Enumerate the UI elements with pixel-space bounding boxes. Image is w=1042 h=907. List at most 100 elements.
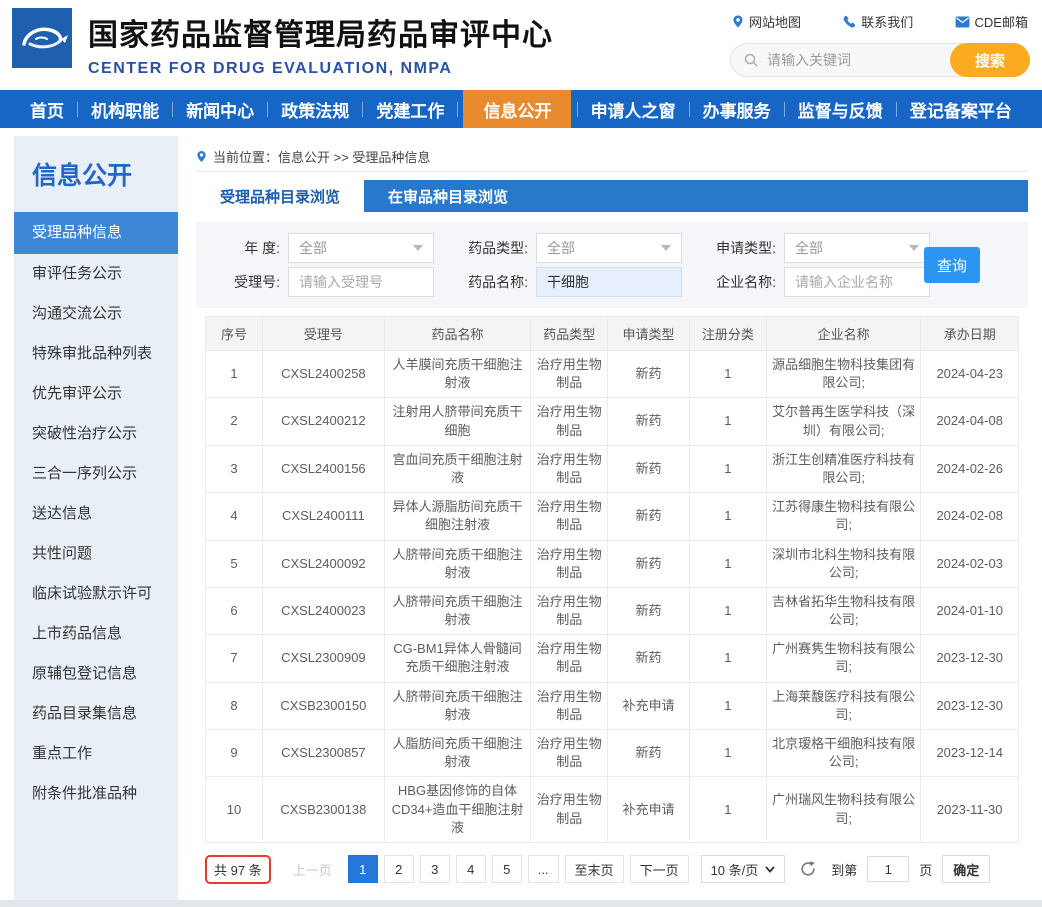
cell-reg-class: 1 bbox=[689, 351, 766, 398]
page-button-1[interactable]: 1 bbox=[348, 855, 378, 883]
col-drug-name: 药品名称 bbox=[384, 317, 530, 351]
nav-item-registration-platform[interactable]: 登记备案平台 bbox=[902, 90, 1020, 128]
nav-item-functions[interactable]: 机构职能 bbox=[83, 90, 167, 128]
drug-type-select[interactable]: 全部 bbox=[536, 233, 682, 263]
cell-index: 4 bbox=[206, 493, 263, 540]
cell-company: 艾尔普再生医学科技（深圳）有限公司; bbox=[766, 398, 920, 445]
cell-reg-class: 1 bbox=[689, 587, 766, 634]
drug-name-label: 药品名称: bbox=[454, 272, 528, 292]
nav-item-party[interactable]: 党建工作 bbox=[368, 90, 452, 128]
cell-reg-class: 1 bbox=[689, 445, 766, 492]
table-row: 4 CXSL2400111 异体人源脂肪间充质干细胞注射液 治疗用生物制品 新药… bbox=[206, 493, 1019, 540]
sidebar-item-communication[interactable]: 沟通交流公示 bbox=[14, 294, 178, 334]
page-button-3[interactable]: 3 bbox=[420, 855, 450, 883]
sidebar-item-drug-catalog[interactable]: 药品目录集信息 bbox=[14, 694, 178, 734]
cell-acceptance-no: CXSL2400156 bbox=[262, 445, 384, 492]
cell-company: 源品细胞生物科技集团有限公司; bbox=[766, 351, 920, 398]
query-button[interactable]: 查询 bbox=[924, 247, 980, 283]
sidebar: 信息公开 受理品种信息 审评任务公示 沟通交流公示 特殊审批品种列表 优先审评公… bbox=[14, 136, 178, 900]
contact-label: 联系我们 bbox=[861, 12, 913, 31]
search-input[interactable] bbox=[759, 52, 950, 68]
cell-drug-type: 治疗用生物制品 bbox=[531, 635, 608, 682]
cell-acceptance-no: CXSL2300909 bbox=[262, 635, 384, 682]
last-page-button[interactable]: 至末页 bbox=[565, 855, 624, 883]
cell-reg-class: 1 bbox=[689, 398, 766, 445]
cell-drug-name: 人脐带间充质干细胞注射液 bbox=[384, 540, 530, 587]
goto-page-input[interactable] bbox=[867, 856, 909, 882]
nav-separator bbox=[77, 102, 78, 117]
sidebar-item-clinical-trial-implied-license[interactable]: 临床试验默示许可 bbox=[14, 574, 178, 614]
cell-company: 北京瑷格干细胞科技有限公司; bbox=[766, 730, 920, 777]
refresh-icon[interactable] bbox=[799, 860, 817, 878]
company-name-input[interactable] bbox=[784, 267, 930, 297]
cell-index: 10 bbox=[206, 777, 263, 843]
company-name-label: 企业名称: bbox=[702, 272, 776, 292]
cell-drug-name: 人脐带间充质干细胞注射液 bbox=[384, 587, 530, 634]
nav-item-policies[interactable]: 政策法规 bbox=[273, 90, 357, 128]
chevron-down-icon bbox=[765, 866, 775, 873]
sidebar-item-key-work[interactable]: 重点工作 bbox=[14, 734, 178, 774]
page-button-4[interactable]: 4 bbox=[456, 855, 486, 883]
sidebar-item-priority-review[interactable]: 优先审评公示 bbox=[14, 374, 178, 414]
cell-drug-type: 治疗用生物制品 bbox=[531, 351, 608, 398]
cell-date: 2024-04-08 bbox=[921, 398, 1019, 445]
drug-name-input[interactable] bbox=[536, 267, 682, 297]
col-date: 承办日期 bbox=[921, 317, 1019, 351]
nav-separator bbox=[896, 102, 897, 117]
year-select-value: 全部 bbox=[299, 238, 327, 258]
cell-date: 2023-12-14 bbox=[921, 730, 1019, 777]
tab-under-review-catalog[interactable]: 在审品种目录浏览 bbox=[364, 180, 532, 212]
page-button-2[interactable]: 2 bbox=[384, 855, 414, 883]
sidebar-item-conditional-approval[interactable]: 附条件批准品种 bbox=[14, 774, 178, 814]
acceptance-no-label: 受理号: bbox=[206, 272, 280, 292]
nav-item-supervision[interactable]: 监督与反馈 bbox=[790, 90, 891, 128]
sidebar-item-breakthrough-therapy[interactable]: 突破性治疗公示 bbox=[14, 414, 178, 454]
sidebar-item-common-issues[interactable]: 共性问题 bbox=[14, 534, 178, 574]
cell-drug-name: 人脐带间充质干细胞注射液 bbox=[384, 682, 530, 729]
nav-item-services[interactable]: 办事服务 bbox=[695, 90, 779, 128]
caret-down-icon bbox=[661, 245, 671, 251]
year-select[interactable]: 全部 bbox=[288, 233, 434, 263]
next-page-button[interactable]: 下一页 bbox=[630, 855, 689, 883]
page-button-5[interactable]: 5 bbox=[492, 855, 522, 883]
nav-item-news[interactable]: 新闻中心 bbox=[178, 90, 262, 128]
apply-type-select[interactable]: 全部 bbox=[784, 233, 930, 263]
sidebar-item-delivery-info[interactable]: 送达信息 bbox=[14, 494, 178, 534]
breadcrumb-text: 当前位置：信息公开 >> 受理品种信息 bbox=[213, 147, 430, 166]
page-size-select[interactable]: 10 条/页 bbox=[701, 855, 786, 883]
cell-acceptance-no: CXSL2400111 bbox=[262, 493, 384, 540]
sidebar-item-review-tasks[interactable]: 审评任务公示 bbox=[14, 254, 178, 294]
table-row: 1 CXSL2400258 人羊膜间充质干细胞注射液 治疗用生物制品 新药 1 … bbox=[206, 351, 1019, 398]
sitemap-link[interactable]: 网站地图 bbox=[732, 12, 801, 31]
nav-item-info-disclosure[interactable]: 信息公开 bbox=[463, 90, 571, 128]
cell-index: 7 bbox=[206, 635, 263, 682]
nav-item-applicant-window[interactable]: 申请人之窗 bbox=[583, 90, 684, 128]
prev-page-button[interactable]: 上一页 bbox=[283, 860, 342, 879]
sidebar-item-marketed-drugs[interactable]: 上市药品信息 bbox=[14, 614, 178, 654]
cell-reg-class: 1 bbox=[689, 493, 766, 540]
mail-link[interactable]: CDE邮箱 bbox=[955, 12, 1028, 31]
col-drug-type: 药品类型 bbox=[531, 317, 608, 351]
tab-accepted-catalog[interactable]: 受理品种目录浏览 bbox=[196, 180, 364, 212]
cell-drug-type: 治疗用生物制品 bbox=[531, 730, 608, 777]
sidebar-item-three-in-one[interactable]: 三合一序列公示 bbox=[14, 454, 178, 494]
main-panel: 当前位置：信息公开 >> 受理品种信息 受理品种目录浏览 在审品种目录浏览 年 … bbox=[196, 136, 1028, 900]
search-button[interactable]: 搜索 bbox=[950, 43, 1030, 77]
apply-type-label: 申请类型: bbox=[702, 238, 776, 258]
contact-link[interactable]: 联系我们 bbox=[842, 12, 913, 31]
cell-drug-type: 治疗用生物制品 bbox=[531, 540, 608, 587]
sitemap-label: 网站地图 bbox=[749, 12, 801, 31]
cell-reg-class: 1 bbox=[689, 635, 766, 682]
sidebar-item-special-approval[interactable]: 特殊审批品种列表 bbox=[14, 334, 178, 374]
cell-index: 6 bbox=[206, 587, 263, 634]
cell-date: 2024-02-26 bbox=[921, 445, 1019, 492]
cde-logo-icon[interactable] bbox=[12, 8, 72, 68]
sidebar-item-excipients-registration[interactable]: 原辅包登记信息 bbox=[14, 654, 178, 694]
acceptance-no-input[interactable] bbox=[288, 267, 434, 297]
confirm-button[interactable]: 确定 bbox=[942, 855, 990, 883]
search-bar: 搜索 bbox=[730, 43, 1030, 77]
location-pin-icon bbox=[196, 149, 207, 164]
nav-item-home[interactable]: 首页 bbox=[22, 90, 72, 128]
cell-acceptance-no: CXSB2300138 bbox=[262, 777, 384, 843]
sidebar-item-accepted-varieties[interactable]: 受理品种信息 bbox=[14, 212, 178, 254]
